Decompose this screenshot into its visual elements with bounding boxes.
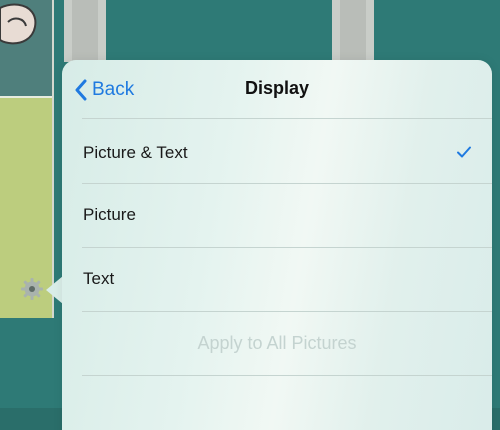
option-label: Picture & Text bbox=[83, 143, 188, 162]
separator bbox=[82, 118, 492, 119]
settings-gear-button[interactable] bbox=[18, 275, 46, 303]
popover-arrow bbox=[46, 276, 63, 304]
option-label: Picture bbox=[83, 205, 136, 224]
background-tile bbox=[332, 0, 374, 62]
option-label: Text bbox=[83, 269, 115, 288]
app-screen: Back Display Picture & Text Picture Text… bbox=[0, 0, 500, 430]
popover-title: Display bbox=[244, 78, 310, 98]
background-tile bbox=[64, 0, 106, 62]
popover-nav-bar: Back Display bbox=[62, 60, 492, 118]
left-panel bbox=[0, 0, 54, 318]
option-picture[interactable]: Picture bbox=[62, 184, 492, 246]
display-options-popover: Back Display Picture & Text Picture Text… bbox=[62, 60, 492, 430]
apply-to-all-pictures-button[interactable]: Apply to All Pictures bbox=[62, 312, 492, 374]
mascot-icon bbox=[0, 3, 37, 45]
separator bbox=[82, 375, 492, 376]
checkmark-icon bbox=[457, 146, 471, 158]
gear-icon bbox=[21, 278, 43, 300]
option-text[interactable]: Text bbox=[62, 248, 492, 310]
option-picture-and-text[interactable]: Picture & Text bbox=[62, 122, 492, 184]
